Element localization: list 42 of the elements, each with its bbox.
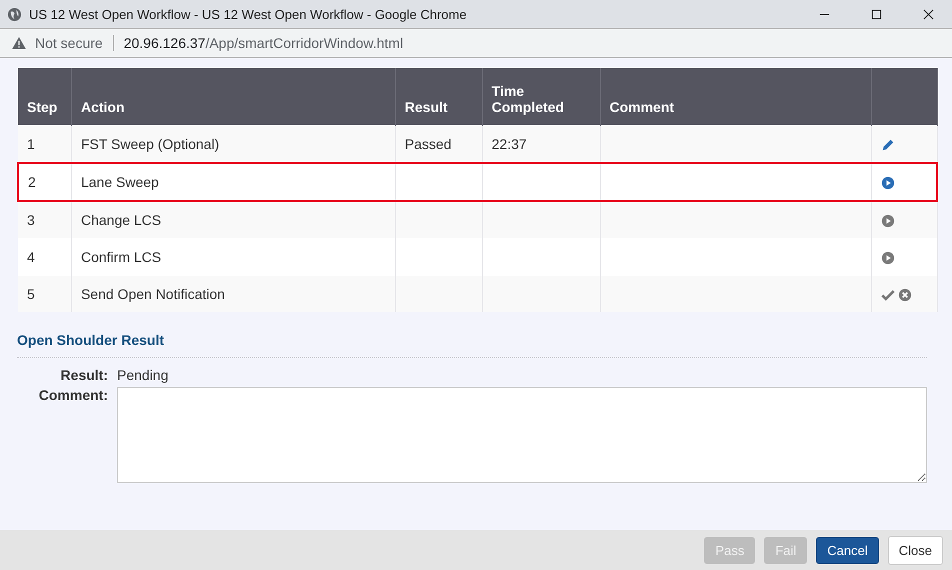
table-cell: FST Sweep (Optional)	[80, 136, 220, 152]
column-header: Action	[80, 99, 125, 115]
play-icon[interactable]	[880, 214, 895, 228]
security-label: Not secure	[35, 35, 103, 51]
section-title: Open Shoulder Result	[17, 332, 927, 358]
table-cell: 22:37	[492, 136, 527, 152]
field-label: Comment:	[38, 387, 108, 405]
window-title: US 12 West Open Workflow - US 12 West Open Workflow - Google Chrome	[29, 6, 468, 22]
play-icon[interactable]	[880, 176, 895, 190]
check-icon[interactable]	[880, 288, 895, 302]
table-cell: Lane Sweep	[80, 174, 159, 190]
table-cell: 4	[27, 249, 35, 265]
table-row[interactable]: 4 Confirm LCS	[18, 238, 937, 276]
table-cell: Change LCS	[80, 212, 162, 228]
play-icon[interactable]	[880, 251, 895, 266]
column-header: Step	[27, 99, 58, 115]
table-cell: 3	[27, 212, 35, 228]
table-cell: Passed	[404, 136, 452, 152]
action-button[interactable]: Close	[888, 536, 943, 564]
warning-icon	[12, 37, 26, 49]
maximize-icon[interactable]	[871, 8, 882, 20]
pencil-icon[interactable]	[880, 138, 895, 152]
table-row[interactable]: 1 FST Sweep (Optional) Passed 22:37	[18, 126, 937, 163]
column-header: Result	[404, 99, 448, 115]
table-cell: 2	[28, 174, 36, 190]
table-cell: 5	[27, 286, 35, 302]
column-header: Time Completed	[492, 83, 564, 115]
field-label: Result:	[60, 367, 108, 383]
table-row[interactable]: 3 Change LCS	[18, 201, 937, 238]
url-text: 20.96.126.37/App/smartCorridorWindow.html	[124, 35, 404, 51]
table-cell: Confirm LCS	[80, 249, 162, 265]
globe-icon	[7, 6, 22, 22]
comment-field[interactable]	[117, 387, 927, 483]
result-value: Pending	[117, 367, 170, 383]
cancel-icon[interactable]	[898, 288, 912, 302]
close-icon[interactable]	[923, 8, 934, 20]
table-row[interactable]: 5 Send Open Notification	[18, 276, 937, 312]
action-button[interactable]: Cancel	[816, 536, 879, 564]
table-row[interactable]: 2 Lane Sweep	[18, 163, 937, 201]
column-header: Comment	[610, 99, 674, 115]
table-cell: 1	[27, 136, 35, 152]
table-cell: Send Open Notification	[80, 286, 225, 302]
